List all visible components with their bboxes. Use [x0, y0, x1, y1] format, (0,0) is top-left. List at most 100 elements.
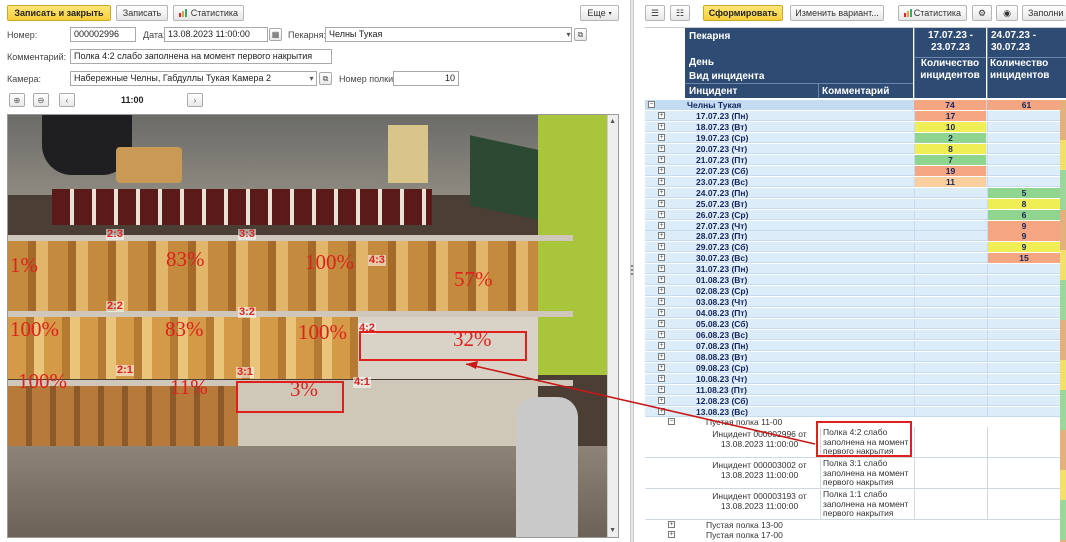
- scroll-down-icon[interactable]: ▼: [609, 527, 616, 534]
- zoom-out-icon[interactable]: ⊖: [33, 93, 49, 107]
- save-and-close-button[interactable]: Записать и закрыть: [7, 5, 111, 21]
- view-button[interactable]: ◉: [996, 5, 1018, 21]
- expand-tail-2-icon[interactable]: +: [668, 531, 675, 538]
- day-row[interactable]: +04.08.23 (Пт): [645, 308, 1066, 319]
- calendar-icon[interactable]: ▦: [269, 28, 282, 41]
- number-field[interactable]: 000002996: [70, 27, 136, 42]
- day-row[interactable]: +12.08.23 (Сб): [645, 395, 1066, 406]
- day-row[interactable]: +29.07.23 (Сб) 9: [645, 242, 1066, 253]
- day-row[interactable]: +18.07.23 (Вт) 10: [645, 121, 1066, 132]
- day-row[interactable]: +08.08.23 (Вт): [645, 351, 1066, 362]
- incident-name[interactable]: Инцидент 000003002 от 13.08.2023 11:00:0…: [707, 460, 812, 480]
- expand-day-icon[interactable]: +: [658, 331, 665, 338]
- expand-day-icon[interactable]: +: [658, 177, 665, 185]
- generate-button[interactable]: Сформировать: [703, 5, 783, 21]
- day-row[interactable]: +05.08.23 (Сб): [645, 319, 1066, 330]
- day-row[interactable]: +13.08.23 (Вс): [645, 406, 1066, 417]
- scroll-up-icon[interactable]: ▲: [609, 118, 616, 125]
- day-row[interactable]: +03.08.23 (Чт): [645, 297, 1066, 308]
- day-label: 05.08.23 (Сб): [696, 319, 749, 330]
- scrollbar[interactable]: [607, 115, 618, 537]
- day-row[interactable]: +24.07.23 (Пн) 5: [645, 187, 1066, 198]
- day-row[interactable]: +21.07.23 (Пт) 7: [645, 154, 1066, 165]
- prev-frame-button[interactable]: ‹: [59, 93, 75, 107]
- expand-day-icon[interactable]: +: [658, 396, 665, 404]
- day-row[interactable]: +17.07.23 (Пн) 17: [645, 111, 1066, 121]
- incident-row[interactable]: Инцидент 000003193 от 13.08.2023 11:00:0…: [645, 489, 1066, 520]
- expand-day-icon[interactable]: +: [658, 309, 665, 317]
- expand-day-icon[interactable]: +: [658, 232, 665, 240]
- settings-button[interactable]: ⚙: [972, 5, 992, 21]
- bakery-field[interactable]: Челны Тукая: [325, 27, 572, 42]
- expand-day-icon[interactable]: +: [658, 276, 665, 284]
- day-row[interactable]: +20.07.23 (Чт) 8: [645, 143, 1066, 154]
- expand-day-icon[interactable]: +: [658, 363, 665, 371]
- collapse-subgroup-icon[interactable]: −: [668, 418, 675, 425]
- expand-day-icon[interactable]: +: [658, 374, 665, 382]
- report-vscroll[interactable]: [1060, 100, 1066, 542]
- day-row[interactable]: +26.07.23 (Ср) 6: [645, 209, 1066, 220]
- date-field[interactable]: 13.08.2023 11:00:00: [164, 27, 268, 42]
- shelf-number-field[interactable]: 10: [393, 71, 459, 86]
- incident-name[interactable]: Инцидент 000003193 от 13.08.2023 11:00:0…: [707, 491, 812, 511]
- day-row[interactable]: +28.07.23 (Пт) 9: [645, 231, 1066, 242]
- ungroup-icon-button[interactable]: ☷: [670, 5, 690, 21]
- expand-day-icon[interactable]: +: [658, 265, 665, 273]
- expand-day-icon[interactable]: +: [658, 385, 665, 393]
- day-row[interactable]: +06.08.23 (Вс): [645, 330, 1066, 340]
- day-row[interactable]: +09.08.23 (Ср): [645, 362, 1066, 373]
- zoom-in-icon[interactable]: ⊕: [9, 93, 25, 107]
- camera-dropdown-icon[interactable]: ▾: [305, 72, 318, 85]
- expand-day-icon[interactable]: +: [658, 210, 665, 218]
- report-statistics-button[interactable]: Статистика: [898, 5, 967, 21]
- open-link-icon[interactable]: ⧉: [574, 28, 587, 41]
- day-row[interactable]: +31.07.23 (Пн): [645, 264, 1066, 275]
- day-row[interactable]: +07.08.23 (Пн): [645, 340, 1066, 351]
- expand-day-icon[interactable]: +: [658, 298, 665, 306]
- expand-day-icon[interactable]: +: [658, 221, 665, 229]
- day-row[interactable]: +27.07.23 (Чт) 9: [645, 220, 1066, 231]
- expand-day-icon[interactable]: +: [658, 112, 665, 119]
- tail-group-1[interactable]: + Пустая полка 13-00: [645, 520, 1066, 530]
- tail-group-2[interactable]: + Пустая полка 17-00: [645, 530, 1066, 540]
- next-frame-button[interactable]: ›: [187, 93, 203, 107]
- expand-day-icon[interactable]: +: [658, 352, 665, 360]
- expand-day-icon[interactable]: +: [658, 188, 665, 196]
- day-row[interactable]: +11.08.23 (Пт): [645, 384, 1066, 395]
- group-icon-button[interactable]: ☰: [645, 5, 665, 21]
- expand-day-icon[interactable]: +: [658, 133, 665, 141]
- day-row[interactable]: +10.08.23 (Чт): [645, 373, 1066, 384]
- day-row[interactable]: +22.07.23 (Сб) 19: [645, 165, 1066, 176]
- camera-open-icon[interactable]: ⧉: [319, 72, 332, 85]
- day-row[interactable]: +01.08.23 (Вт): [645, 275, 1066, 286]
- day-row[interactable]: +02.08.23 (Ср): [645, 286, 1066, 297]
- incident-name[interactable]: Инцидент 000002996 от 13.08.2023 11:00:0…: [707, 429, 812, 449]
- day-row[interactable]: +25.07.23 (Вт) 8: [645, 198, 1066, 209]
- expand-tail-1-icon[interactable]: +: [668, 521, 675, 528]
- expand-day-icon[interactable]: +: [658, 199, 665, 207]
- expand-day-icon[interactable]: +: [658, 407, 665, 415]
- change-variant-button[interactable]: Изменить вариант...: [790, 5, 884, 21]
- expand-day-icon[interactable]: +: [658, 122, 665, 130]
- comment-field[interactable]: Полка 4:2 слабо заполнена на момент перв…: [70, 49, 332, 64]
- save-button[interactable]: Записать: [116, 5, 168, 21]
- expand-day-icon[interactable]: +: [658, 341, 665, 349]
- group-row[interactable]: − Челны Тукая 74 61: [645, 100, 1066, 110]
- camera-field[interactable]: Набережные Челны, Габдуллы Тукая Камера …: [70, 71, 317, 86]
- expand-day-icon[interactable]: +: [658, 144, 665, 152]
- expand-day-icon[interactable]: +: [658, 320, 665, 328]
- header-bakery-label: Пекарня: [689, 31, 731, 42]
- expand-day-icon[interactable]: +: [658, 166, 665, 174]
- incident-row[interactable]: Инцидент 000003002 от 13.08.2023 11:00:0…: [645, 458, 1066, 489]
- collapse-group-icon[interactable]: −: [648, 101, 655, 108]
- day-row[interactable]: +23.07.23 (Вс) 11: [645, 176, 1066, 187]
- more-menu-button[interactable]: Еще ▾: [580, 5, 619, 21]
- expand-day-icon[interactable]: +: [658, 243, 665, 251]
- statistics-button[interactable]: Статистика: [173, 5, 244, 21]
- expand-day-icon[interactable]: +: [658, 254, 665, 262]
- expand-day-icon[interactable]: +: [658, 155, 665, 163]
- expand-day-icon[interactable]: +: [658, 287, 665, 295]
- day-row[interactable]: +19.07.23 (Ср) 2: [645, 132, 1066, 143]
- day-row[interactable]: +30.07.23 (Вс) 15: [645, 253, 1066, 264]
- fill-button[interactable]: Заполни: [1022, 5, 1066, 21]
